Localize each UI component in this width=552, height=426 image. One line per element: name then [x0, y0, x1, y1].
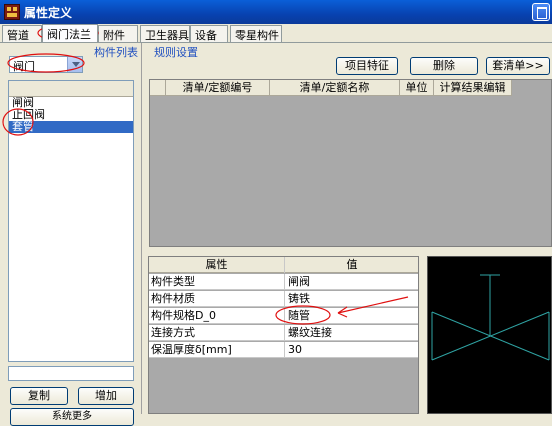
category-select[interactable]: 阀门 — [9, 56, 83, 73]
tab-baseline — [0, 42, 552, 43]
property-row: 构件类型 闸阀 — [149, 274, 418, 290]
col-unit[interactable]: 单位 — [400, 80, 434, 96]
valve-symbol-icon — [431, 274, 550, 361]
delete-button[interactable]: 删除 — [410, 57, 478, 75]
property-table: 属性 值 构件类型 闸阀 构件材质 铸铁 构件规格D_0 随管 连接方式 螺纹连… — [148, 256, 419, 414]
tab-strip: 管道 阀门法兰 附件 卫生器具 设备 零星构件 — [0, 24, 552, 43]
category-select-value: 阀门 — [13, 60, 35, 73]
col-result-edit[interactable]: 计算结果编辑 — [434, 80, 512, 96]
property-row: 构件规格D_0 随管 — [149, 308, 418, 324]
col-name[interactable]: 清单/定额名称 — [270, 80, 400, 96]
add-button[interactable]: 增加 — [78, 387, 134, 405]
property-row: 构件材质 铸铁 — [149, 291, 418, 307]
list-item-selected[interactable]: 套管 — [9, 121, 133, 133]
list-header — [9, 81, 133, 97]
pane-divider[interactable] — [141, 43, 142, 414]
tab-misc-parts[interactable]: 零星构件 — [230, 25, 282, 42]
tab-fitting[interactable]: 附件 — [98, 25, 138, 42]
component-list-label: 构件列表 — [94, 46, 138, 59]
property-value[interactable]: 30 — [286, 342, 418, 358]
rule-settings-label: 规则设置 — [154, 46, 198, 59]
title-bar: 属性定义 — [0, 0, 552, 24]
property-name-header: 属性 — [149, 257, 285, 273]
copy-button[interactable]: 复制 — [10, 387, 68, 405]
property-name: 构件类型 — [149, 274, 285, 290]
apply-list-button[interactable]: 套清单>> — [486, 57, 550, 75]
grid-corner — [150, 80, 166, 96]
preview-canvas[interactable] — [427, 256, 552, 414]
rule-grid[interactable]: 清单/定额编号 清单/定额名称 单位 计算结果编辑 — [149, 79, 552, 247]
tab-pipe[interactable]: 管道 — [2, 25, 42, 42]
property-row: 连接方式 螺纹连接 — [149, 325, 418, 341]
property-value[interactable]: 闸阀 — [286, 274, 418, 290]
name-field[interactable] — [8, 366, 134, 381]
more-button[interactable]: 系统更多 — [10, 408, 134, 426]
property-name: 构件材质 — [149, 291, 285, 307]
property-row: 保温厚度δ[mm] 30 — [149, 342, 418, 358]
tab-equipment[interactable]: 设备 — [190, 25, 228, 42]
window-title: 属性定义 — [24, 6, 73, 20]
property-name: 连接方式 — [149, 325, 285, 341]
property-value-header: 值 — [346, 258, 358, 271]
col-code[interactable]: 清单/定额编号 — [166, 80, 270, 96]
property-value[interactable]: 螺纹连接 — [286, 325, 418, 341]
item-feature-button[interactable]: 项目特征 — [336, 57, 398, 75]
property-value[interactable]: 随管 — [286, 308, 418, 324]
app-icon — [4, 4, 20, 20]
property-value[interactable]: 铸铁 — [286, 291, 418, 307]
tab-valve-flange[interactable]: 阀门法兰 — [42, 24, 98, 42]
property-name: 构件规格D_0 — [149, 308, 285, 324]
chevron-down-icon[interactable] — [67, 57, 82, 72]
maximize-button[interactable] — [532, 3, 550, 21]
grid-header: 清单/定额编号 清单/定额名称 单位 计算结果编辑 — [150, 80, 552, 96]
component-list[interactable]: 闸阀 止回阀 套管 — [8, 80, 134, 362]
property-header: 属性 值 — [149, 257, 418, 273]
tab-sanitary[interactable]: 卫生器具 — [140, 25, 190, 42]
property-name: 保温厚度δ[mm] — [149, 342, 285, 358]
